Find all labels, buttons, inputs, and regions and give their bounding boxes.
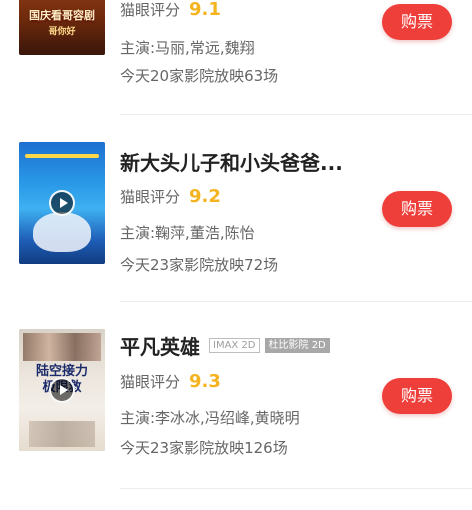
movie-item[interactable]: 新大头儿子和小头爸爸... 猫眼评分 9.2 主演:鞠萍,董浩,陈怡 今天23家… <box>0 142 472 312</box>
rating: 猫眼评分 9.3 <box>120 371 221 395</box>
rating-label: 猫眼评分 <box>120 188 181 206</box>
movie-poster[interactable] <box>19 142 105 264</box>
movie-cast: 主演:李冰冰,冯绍峰,黄晓明 <box>120 409 300 427</box>
buy-ticket-button[interactable]: 购票 <box>382 191 452 227</box>
buy-ticket-button[interactable]: 购票 <box>382 4 452 40</box>
movie-title-row: 平凡英雄 IMAX 2D 杜比影院 2D <box>120 331 330 359</box>
movie-title: 新大头儿子和小头爸爸... <box>120 150 343 175</box>
movie-showings: 今天23家影院放映126场 <box>120 439 288 457</box>
movie-cast: 主演:马丽,常远,魏翔 <box>120 39 255 57</box>
movie-title: 平凡英雄 <box>120 334 200 359</box>
play-icon[interactable] <box>49 190 75 216</box>
movie-list: 国庆看哥容剧 哥你好 猫眼评分 9.1 主演:马丽,常远,魏翔 今天20家影院放… <box>0 0 472 510</box>
movie-showings: 今天23家影院放映72场 <box>120 256 279 274</box>
divider <box>120 488 472 489</box>
movie-title-row: 新大头儿子和小头爸爸... <box>120 147 343 175</box>
rating: 猫眼评分 9.1 <box>120 0 221 23</box>
movie-poster[interactable]: 国庆看哥容剧 哥你好 <box>19 0 105 55</box>
play-icon[interactable] <box>49 377 75 403</box>
divider <box>120 114 472 115</box>
movie-showings: 今天20家影院放映63场 <box>120 67 279 85</box>
rating-score: 9.3 <box>189 371 221 392</box>
movie-poster[interactable]: 陆空接力 极限救 <box>19 329 105 451</box>
movie-cast: 主演:鞠萍,董浩,陈怡 <box>120 224 255 242</box>
format-tag: 杜比影院 2D <box>264 337 330 353</box>
movie-item[interactable]: 国庆看哥容剧 哥你好 猫眼评分 9.1 主演:马丽,常远,魏翔 今天20家影院放… <box>0 0 472 115</box>
rating-label: 猫眼评分 <box>120 373 181 391</box>
buy-ticket-button[interactable]: 购票 <box>382 378 452 414</box>
format-tag: IMAX 2D <box>209 337 260 353</box>
rating-score: 9.1 <box>189 0 221 20</box>
divider <box>120 301 472 302</box>
rating-label: 猫眼评分 <box>120 1 181 19</box>
rating: 猫眼评分 9.2 <box>120 186 221 210</box>
rating-score: 9.2 <box>189 186 221 207</box>
movie-item[interactable]: 陆空接力 极限救 平凡英雄 IMAX 2D 杜比影院 2D 猫眼评分 9.3 主… <box>0 329 472 499</box>
